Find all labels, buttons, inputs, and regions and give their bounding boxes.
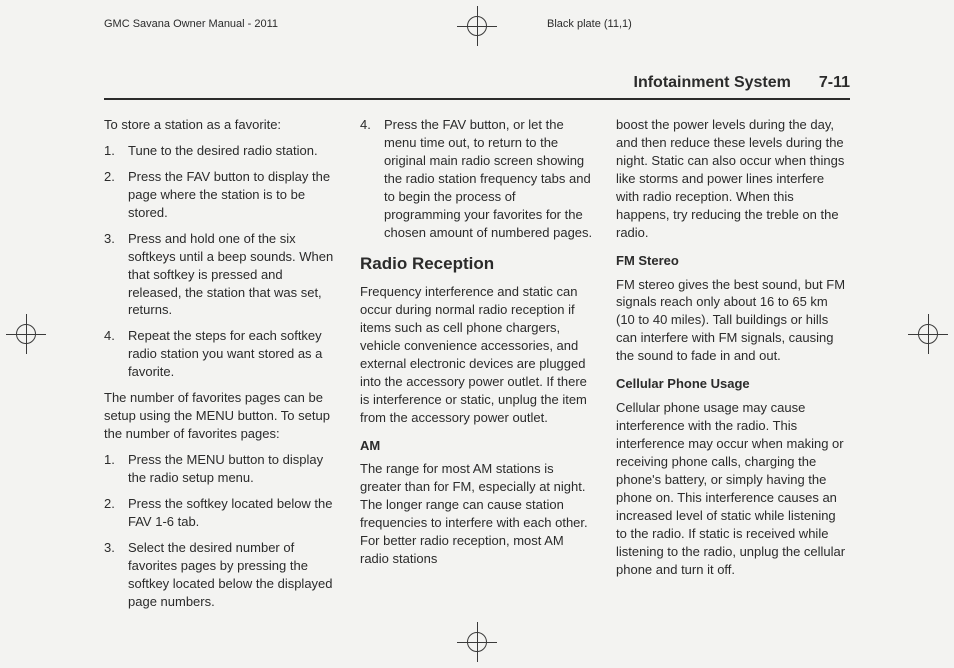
fm-body: FM stereo gives the best sound, but FM s… (616, 276, 850, 366)
print-header: GMC Savana Owner Manual - 2011 Black pla… (104, 18, 850, 30)
favorites-pages-steps-cont: Press the FAV button, or let the menu ti… (360, 116, 594, 242)
list-item: Press the softkey located below the FAV … (104, 495, 338, 531)
heading-radio-reception: Radio Reception (360, 252, 594, 275)
list-item: Press the MENU button to display the rad… (104, 451, 338, 487)
heading-am: AM (360, 437, 594, 455)
list-item: Press the FAV button, or let the menu ti… (360, 116, 594, 242)
list-item: Tune to the desired radio station. (104, 142, 338, 160)
store-favorite-intro: To store a station as a favorite: (104, 116, 338, 134)
section-title: Infotainment System (634, 74, 791, 92)
heading-fm-stereo: FM Stereo (616, 252, 850, 270)
store-favorite-steps: Tune to the desired radio station. Press… (104, 142, 338, 381)
list-item: Press the FAV button to display the page… (104, 168, 338, 222)
crop-mark-right-icon (908, 314, 948, 354)
cellular-body: Cellular phone usage may cause interfere… (616, 399, 850, 578)
page: GMC Savana Owner Manual - 2011 Black pla… (0, 0, 954, 668)
crop-mark-bottom-icon (457, 622, 497, 662)
plate-label: Black plate (11,1) (547, 18, 632, 30)
favorites-pages-steps: Press the MENU button to display the rad… (104, 451, 338, 611)
manual-title: GMC Savana Owner Manual - 2011 (104, 18, 278, 30)
heading-cellular: Cellular Phone Usage (616, 375, 850, 393)
am-body: The range for most AM stations is greate… (360, 460, 594, 568)
column-2: Press the FAV button, or let the menu ti… (360, 116, 594, 619)
list-item: Select the desired number of favorites p… (104, 539, 338, 611)
favorites-pages-intro: The number of favorites pages can be set… (104, 389, 338, 443)
content-frame: Infotainment System 7-11 To store a stat… (104, 74, 850, 608)
column-3: boost the power levels during the day, a… (616, 116, 850, 619)
section-page-number: 7-11 (819, 74, 850, 92)
section-header: Infotainment System 7-11 (104, 74, 850, 100)
am-body-cont: boost the power levels during the day, a… (616, 116, 850, 242)
radio-reception-body: Frequency interference and static can oc… (360, 283, 594, 427)
column-1: To store a station as a favorite: Tune t… (104, 116, 338, 619)
list-item: Repeat the steps for each softkey radio … (104, 327, 338, 381)
columns: To store a station as a favorite: Tune t… (104, 116, 850, 619)
crop-mark-left-icon (6, 314, 46, 354)
list-item: Press and hold one of the six softkeys u… (104, 230, 338, 320)
